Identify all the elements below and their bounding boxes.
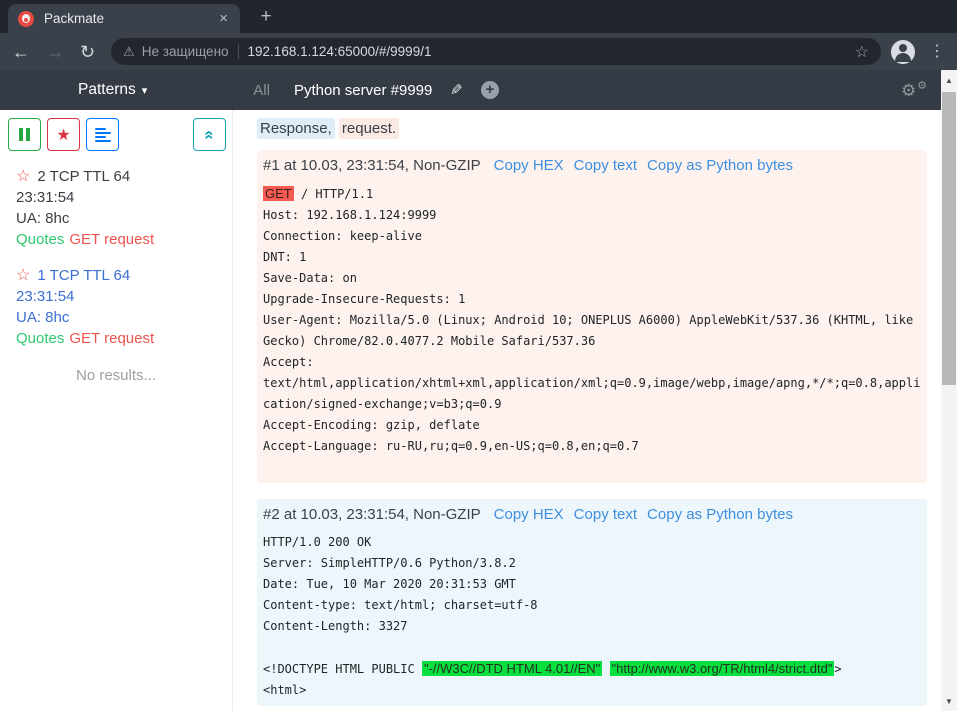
copy-python-bytes-link[interactable]: Copy as Python bytes — [647, 506, 793, 523]
bookmark-star-icon[interactable]: ☆ — [855, 42, 869, 62]
tag-get-request: GET request — [69, 231, 154, 248]
packet-body: HTTP/1.0 200 OKServer: SimpleHTTP/0.6 Py… — [263, 532, 921, 701]
pause-icon — [19, 128, 30, 141]
copy-text-link[interactable]: Copy text — [574, 157, 637, 174]
stream-favorite-star-icon[interactable]: ☆ — [16, 168, 30, 185]
filter-list-button[interactable] — [86, 118, 119, 151]
stream-user-agent: UA: 8hc — [16, 208, 232, 229]
favorites-filter-button[interactable]: ★ — [47, 118, 80, 151]
url-text[interactable]: 192.168.1.124:65000/#/9999/1 — [248, 44, 432, 59]
security-warning-icon[interactable]: ⚠ — [123, 44, 135, 60]
streams-sidebar: ★ « ☆ 2 TCP TTL 64 23:31:54 UA: 8hc Quote… — [0, 110, 233, 711]
pause-capture-button[interactable] — [8, 118, 41, 151]
copy-text-link[interactable]: Copy text — [574, 506, 637, 523]
request-method-highlight: GET — [263, 186, 294, 201]
scroll-down-icon[interactable]: ▼ — [941, 697, 957, 706]
browser-menu-icon[interactable]: ⋮ — [929, 44, 945, 60]
app-header: Patterns ▾ All Python server #9999 ✎ + ⚙… — [0, 70, 941, 110]
stream-item[interactable]: ☆ 2 TCP TTL 64 23:31:54 UA: 8hc Quotes GET… — [0, 151, 232, 250]
page-scrollbar[interactable]: ▲ ▼ — [941, 70, 957, 711]
align-lines-icon — [95, 128, 111, 142]
forward-icon: → — [46, 43, 64, 61]
chevron-down-icon: ▾ — [142, 84, 148, 97]
stream-time: 23:31:54 — [16, 286, 232, 307]
settings-gear-icon[interactable]: ⚙⚙ — [901, 82, 927, 99]
tab-title: Packmate — [44, 11, 217, 26]
browser-tab[interactable]: Packmate × — [8, 4, 240, 33]
packet-meta: #2 at 10.03, 23:31:54, Non-GZIP — [263, 506, 481, 523]
stream-tags: Quotes GET request — [16, 229, 232, 250]
new-tab-button[interactable]: + — [254, 6, 278, 28]
stream-time: 23:31:54 — [16, 187, 232, 208]
copy-hex-link[interactable]: Copy HEX — [494, 506, 564, 523]
profile-avatar-icon[interactable] — [891, 40, 915, 64]
tab-all[interactable]: All — [253, 82, 270, 99]
add-server-icon[interactable]: + — [481, 81, 499, 99]
scroll-to-top-button[interactable]: « — [193, 118, 226, 151]
stream-user-agent: UA: 8hc — [16, 307, 232, 328]
match-highlight: "http://www.w3.org/TR/html4/strict.dtd" — [610, 661, 835, 676]
patterns-dropdown[interactable]: Patterns ▾ — [78, 81, 147, 99]
address-bar[interactable]: ⚠ Не защищено 192.168.1.124:65000/#/9999… — [111, 38, 881, 65]
packet-header: #1 at 10.03, 23:31:54, Non-GZIP Copy HEX… — [263, 157, 921, 174]
packet-card-request: #1 at 10.03, 23:31:54, Non-GZIP Copy HEX… — [257, 150, 927, 483]
omnibox-divider — [238, 44, 239, 59]
term-response: Response, — [257, 118, 335, 139]
term-request: request. — [339, 118, 399, 139]
tag-quotes: Quotes — [16, 231, 64, 248]
copy-python-bytes-link[interactable]: Copy as Python bytes — [647, 157, 793, 174]
packet-meta: #1 at 10.03, 23:31:54, Non-GZIP — [263, 157, 481, 174]
scrollbar-thumb[interactable] — [942, 92, 956, 385]
no-results-label: No results... — [0, 367, 232, 384]
stream-detail-pane: Response, request. #1 at 10.03, 23:31:54… — [233, 110, 941, 711]
refresh-icon[interactable]: ↻ — [80, 43, 95, 61]
tag-get-request: GET request — [69, 330, 154, 347]
back-icon[interactable]: ← — [12, 43, 30, 61]
chevron-double-up-icon: « — [200, 130, 220, 139]
copy-hex-link[interactable]: Copy HEX — [494, 157, 564, 174]
stream-item-selected[interactable]: ☆ 1 TCP TTL 64 23:31:54 UA: 8hc Quotes GET… — [0, 250, 232, 349]
star-icon: ★ — [56, 125, 70, 145]
browser-toolbar: ← → ↻ ⚠ Не защищено 192.168.1.124:65000/… — [0, 33, 957, 70]
stream-favorite-star-icon[interactable]: ☆ — [16, 267, 30, 284]
patterns-label: Patterns — [78, 81, 136, 99]
packet-header: #2 at 10.03, 23:31:54, Non-GZIP Copy HEX… — [263, 506, 921, 523]
match-highlight: "-//W3C//DTD HTML 4.01//EN" — [422, 661, 602, 676]
scroll-up-icon[interactable]: ▲ — [941, 76, 957, 85]
stream-title: 1 TCP TTL 64 — [37, 267, 130, 284]
tag-quotes: Quotes — [16, 330, 64, 347]
edit-pencil-icon[interactable]: ✎ — [450, 81, 463, 99]
security-warning-label: Не защищено — [142, 44, 229, 59]
stream-title: 2 TCP TTL 64 — [37, 168, 130, 185]
content-area: ★ « ☆ 2 TCP TTL 64 23:31:54 UA: 8hc Quote… — [0, 110, 941, 711]
packet-body: GET / HTTP/1.1Host: 192.168.1.124:9999Co… — [263, 183, 921, 478]
tab-close-icon[interactable]: × — [217, 11, 230, 26]
tab-current-server[interactable]: Python server #9999 — [294, 82, 432, 99]
search-terms-line: Response, request. — [257, 120, 928, 137]
stream-tags: Quotes GET request — [16, 328, 232, 349]
packmate-favicon-icon — [18, 11, 34, 27]
packet-card-response: #2 at 10.03, 23:31:54, Non-GZIP Copy HEX… — [257, 499, 927, 706]
sidebar-toolbar: ★ « — [0, 118, 232, 151]
browser-tab-strip: Packmate × + — [0, 0, 957, 33]
